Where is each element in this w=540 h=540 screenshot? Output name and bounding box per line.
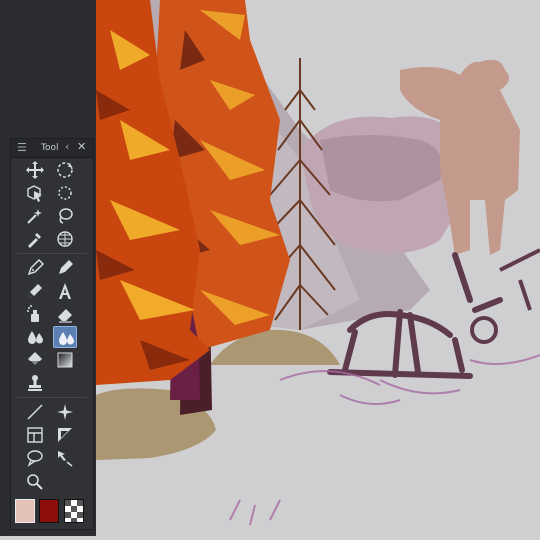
magic-wand-icon[interactable] [23, 205, 47, 227]
pen-icon[interactable] [23, 257, 47, 279]
hamburger-icon[interactable]: ☰ [17, 141, 27, 155]
fill-bucket-icon[interactable] [23, 349, 47, 371]
eraser-icon[interactable] [53, 303, 77, 325]
gradient-icon[interactable] [53, 349, 77, 371]
zoom-icon[interactable] [23, 471, 47, 493]
blend-tool-icon[interactable] [53, 326, 77, 348]
chevron-left-icon[interactable]: ‹ [65, 140, 69, 154]
marker-icon[interactable] [53, 257, 77, 279]
object-select-icon[interactable] [23, 182, 47, 204]
transparent-color-swatch[interactable] [64, 499, 84, 523]
main-color-swatch[interactable] [15, 499, 35, 523]
tool-group-separator [17, 397, 87, 398]
tool-panel: ☰ Tool ‹ ✕ [10, 138, 94, 530]
painting [96, 0, 540, 536]
text-tool-icon[interactable] [53, 280, 77, 302]
sparkle-tool-icon[interactable] [53, 401, 77, 423]
speech-balloon-icon[interactable] [23, 447, 47, 469]
checker-icon [65, 500, 83, 522]
eyedropper-icon[interactable] [23, 228, 47, 250]
correct-line-icon[interactable] [53, 447, 77, 469]
line-tool-icon[interactable] [23, 401, 47, 423]
sub-color-swatch[interactable] [39, 499, 59, 523]
lasso-fill-icon[interactable] [53, 205, 77, 227]
selection-area-icon[interactable] [53, 182, 77, 204]
frame-border-icon[interactable] [23, 424, 47, 446]
stamp-icon[interactable] [23, 372, 47, 394]
tool-group-separator [17, 253, 87, 254]
tool-panel-header[interactable]: ☰ Tool ‹ ✕ [11, 139, 93, 158]
water-drops-icon[interactable] [23, 326, 47, 348]
grid-ruler-icon[interactable] [53, 228, 77, 250]
pencil-icon[interactable] [23, 280, 47, 302]
drawing-canvas[interactable] [96, 0, 540, 536]
move-tool-icon[interactable] [23, 159, 47, 181]
ruler-triangle-icon[interactable] [53, 424, 77, 446]
close-icon[interactable]: ✕ [77, 140, 86, 154]
tool-panel-title: Tool [41, 143, 59, 153]
airbrush-icon[interactable] [23, 303, 47, 325]
rotate-canvas-icon[interactable] [53, 159, 77, 181]
